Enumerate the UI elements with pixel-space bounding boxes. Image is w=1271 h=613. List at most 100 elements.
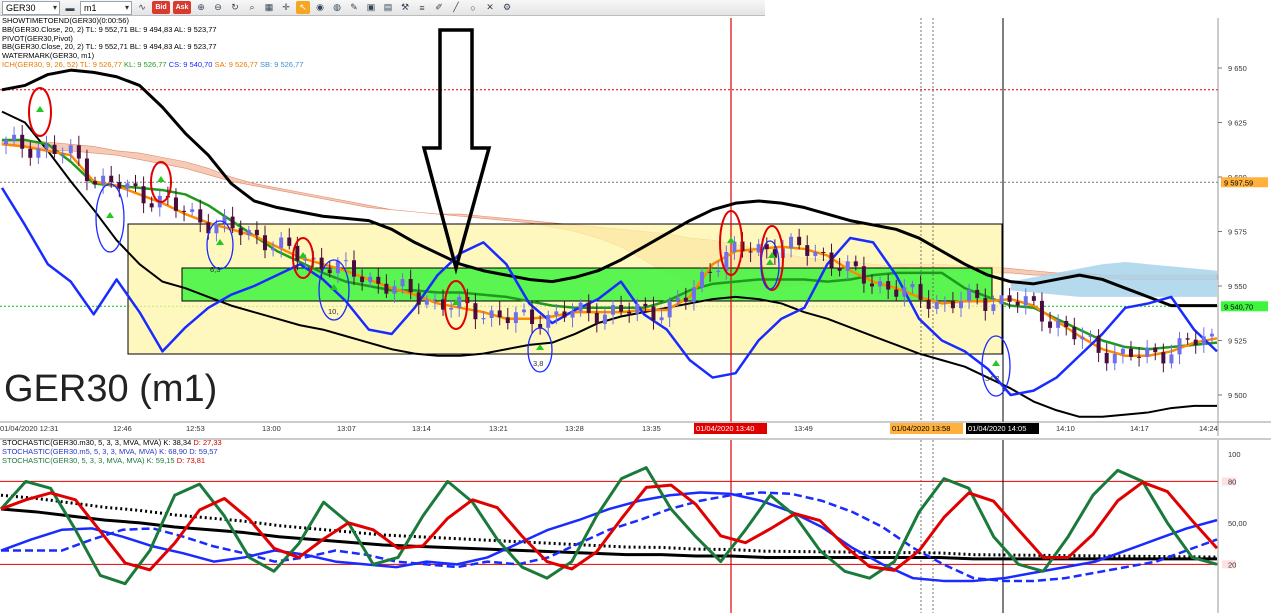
candle-up	[659, 317, 664, 321]
candle-down	[627, 311, 632, 314]
candle-up	[1120, 348, 1125, 354]
ich-tl: TL: 9 526,77	[79, 59, 122, 69]
indicator-icon[interactable]: ⚒	[398, 1, 412, 14]
candle-up	[400, 279, 405, 287]
candle-up	[44, 144, 49, 149]
ichimoku-cloud-bullish	[1010, 262, 1217, 297]
candle-up	[635, 303, 640, 314]
candle-up	[190, 209, 195, 212]
candle-down	[797, 236, 802, 246]
candle-down	[530, 309, 535, 325]
candle-up	[716, 270, 721, 273]
chart-type-icon[interactable]: ▬	[63, 1, 77, 14]
candle-up	[756, 244, 761, 253]
candle-down	[295, 245, 300, 261]
time-highlight-label: 01/04/2020 14:05	[968, 424, 1026, 433]
candle-up	[125, 183, 130, 189]
image-icon[interactable]: ▣	[364, 1, 378, 14]
candle-down	[643, 303, 648, 307]
candle-up	[611, 304, 615, 315]
candle-up	[602, 314, 607, 324]
candle-down	[829, 252, 834, 268]
line-tool-icon[interactable]: ╱	[449, 1, 463, 14]
pivot-arrow-icon	[992, 360, 1000, 366]
stoch-m30-d: D: 27,33	[193, 438, 222, 447]
stoch-m1-name: STOCHASTIC(GER30, 5, 3, 3, MVA, MVA)	[2, 455, 145, 465]
candle-down	[1072, 326, 1077, 340]
candle-down	[93, 181, 98, 185]
bid-button[interactable]: Bid	[152, 1, 170, 14]
draw-tool-icon[interactable]: ✐	[432, 1, 446, 14]
candle-up	[999, 295, 1004, 305]
candle-down	[416, 292, 421, 305]
time-axis-label: 01/04/2020 12:31	[0, 424, 58, 433]
candle-down	[861, 266, 866, 284]
candle-up	[546, 314, 551, 328]
candle-up	[1201, 336, 1206, 345]
candle-down	[84, 158, 89, 182]
settings-icon[interactable]: ⚙	[500, 1, 514, 14]
delete-icon[interactable]: ✕	[483, 1, 497, 14]
candle-down	[975, 289, 980, 299]
stochastic-legend: STOCHASTIC(GER30.m30, 5, 3, 3, MVA, MVA)…	[2, 438, 222, 466]
candle-down	[683, 297, 688, 302]
zoom-in-icon[interactable]: ⊕	[194, 1, 208, 14]
ich-kl: KL: 9 526,77	[124, 59, 167, 69]
candle-up	[1023, 296, 1028, 306]
ich-cs: CS: 9 540,70	[168, 59, 213, 69]
pencil-icon[interactable]: ✎	[347, 1, 361, 14]
candle-down	[254, 229, 259, 236]
candle-down	[594, 312, 599, 324]
globe-icon[interactable]: ◍	[330, 1, 344, 14]
candle-up	[991, 304, 996, 311]
candle-up	[4, 139, 8, 145]
stoch-m30-name: STOCHASTIC(GER30.m30, 5, 3, 3, MVA, MVA)	[2, 438, 162, 447]
candle-up	[934, 302, 939, 309]
time-axis-label: 12:46	[113, 424, 132, 433]
ask-button[interactable]: Ask	[173, 1, 191, 14]
list-icon[interactable]: ≡	[415, 1, 429, 14]
time-axis-label: 13:14	[412, 424, 431, 433]
refresh-icon[interactable]: ↻	[228, 1, 242, 14]
candle-down	[287, 237, 292, 246]
candle-up	[368, 276, 373, 283]
candle-down	[748, 251, 753, 253]
crosshair-icon[interactable]: ✛	[279, 1, 293, 14]
candle-down	[198, 209, 203, 223]
timeframe-select[interactable]: m1	[80, 0, 132, 15]
candle-down	[894, 289, 899, 297]
time-axis-label: 14:17	[1130, 424, 1149, 433]
eye-icon[interactable]: ◉	[313, 1, 327, 14]
shape-tool-icon[interactable]: ○	[466, 1, 480, 14]
candle-up	[36, 148, 41, 158]
stoch-m1-k: K: 59,15	[146, 455, 175, 465]
candle-down	[360, 276, 365, 283]
candle-down	[352, 260, 357, 277]
candle-up	[813, 251, 818, 256]
grid-icon[interactable]: ▦	[262, 1, 276, 14]
pivot-arrow-icon	[36, 106, 44, 112]
candle-down	[76, 145, 81, 159]
candle-up	[1177, 338, 1182, 355]
candle-down	[1104, 352, 1109, 364]
candle-down	[473, 303, 478, 320]
stoch-legend-m1: STOCHASTIC(GER30, 5, 3, 3, MVA, MVA) K: …	[2, 455, 222, 466]
price-axis-label: 9 650	[1228, 64, 1247, 73]
search-icon[interactable]: ⌕	[245, 1, 259, 14]
symbol-select[interactable]: GER30	[2, 0, 60, 15]
candle-down	[1064, 320, 1069, 327]
zoom-out-icon[interactable]: ⊖	[211, 1, 225, 14]
stoch-axis-label: 100	[1228, 450, 1241, 459]
candle-up	[578, 302, 583, 312]
candle-down	[1007, 295, 1012, 302]
candle-down	[821, 251, 826, 253]
candle-down	[918, 284, 923, 300]
stoch-m5-k: K: 68,90	[159, 446, 188, 456]
candle-up	[845, 261, 850, 271]
candle-up	[392, 286, 397, 294]
template-icon[interactable]: ▤	[381, 1, 395, 14]
line-chart-icon[interactable]: ∿	[135, 1, 149, 14]
candle-down	[173, 197, 178, 211]
cursor-icon[interactable]: ↖	[296, 1, 310, 14]
candle-down	[1039, 300, 1044, 322]
